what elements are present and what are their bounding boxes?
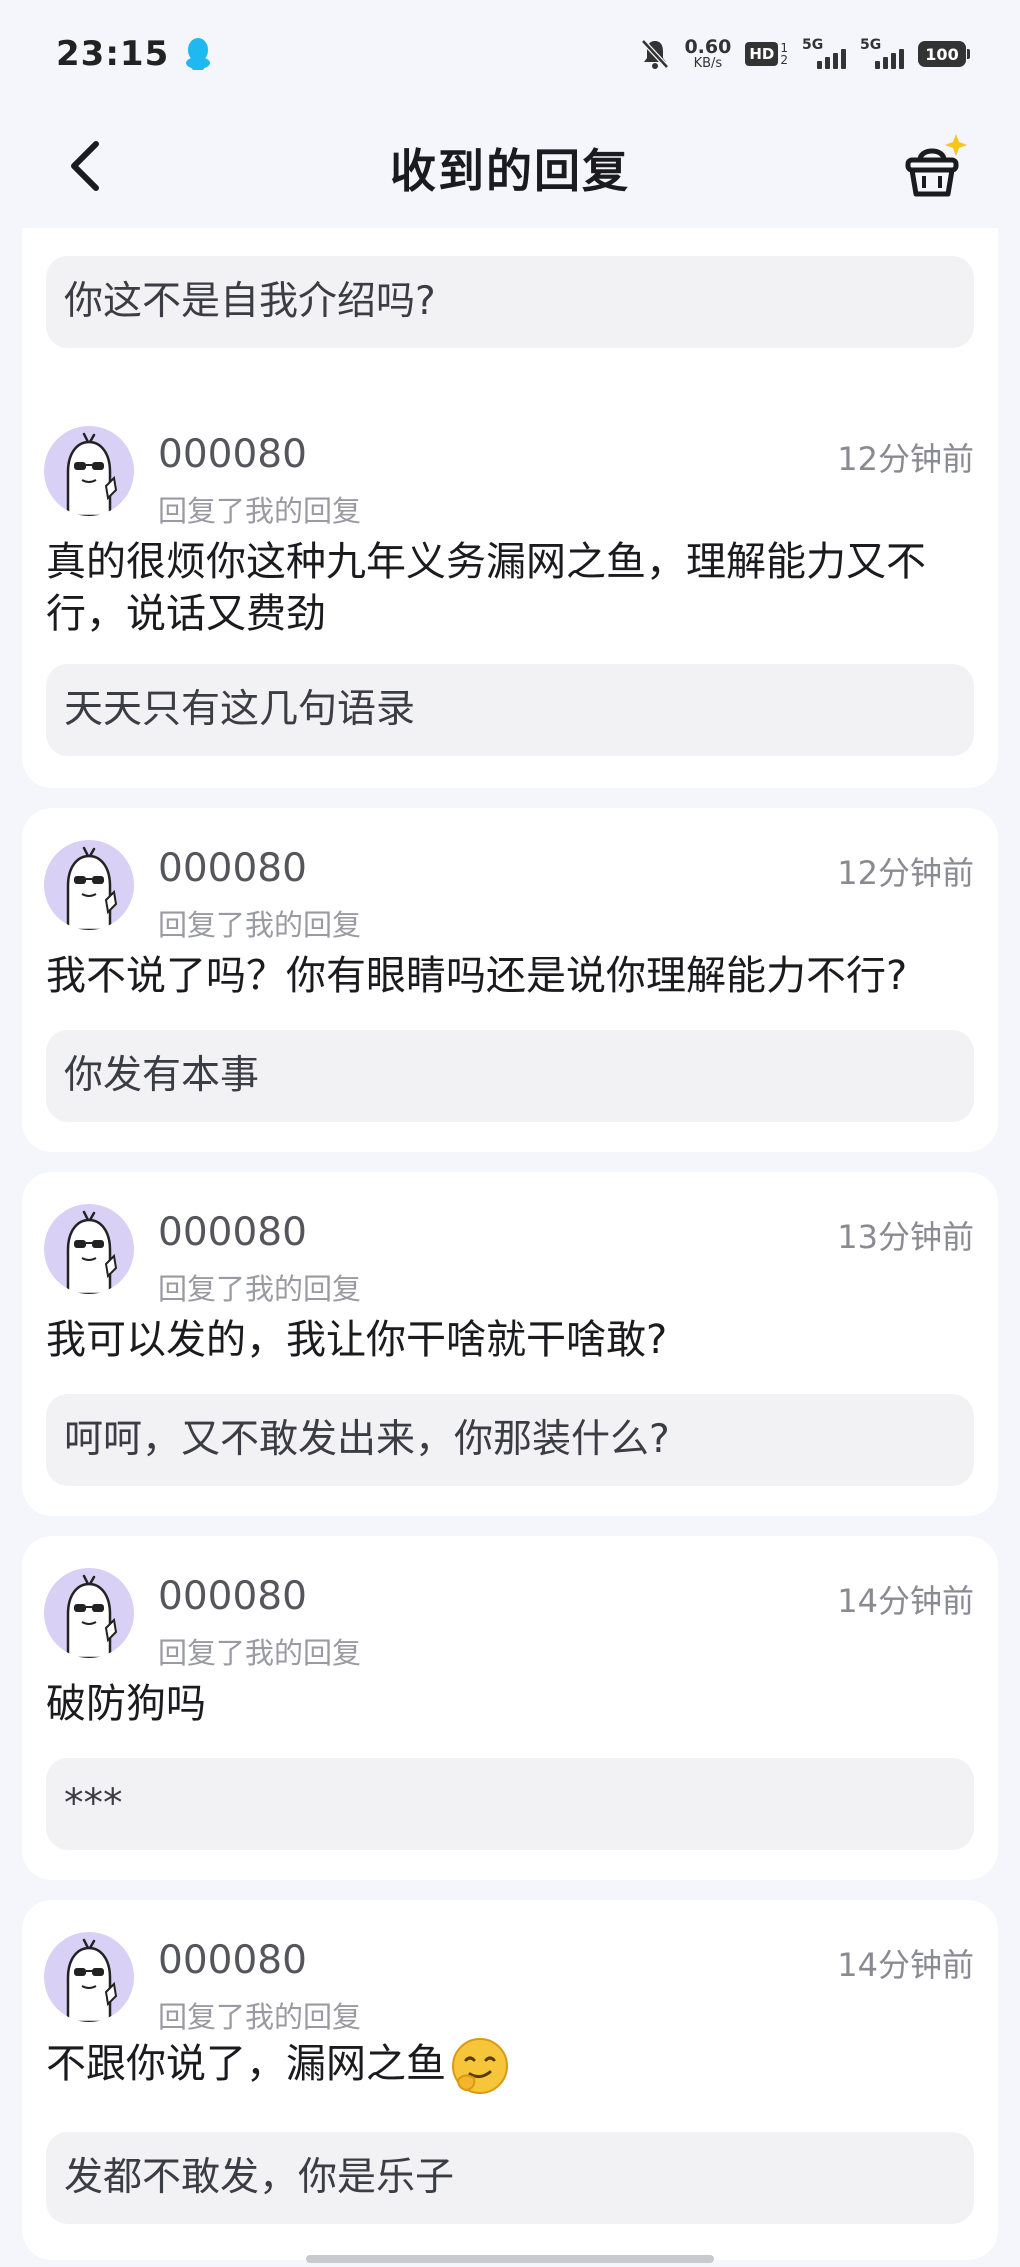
username[interactable]: 000080: [158, 846, 307, 891]
username[interactable]: 000080: [158, 432, 307, 477]
hd-label: HD: [745, 42, 779, 66]
reply-action-label: 回复了我的回复: [158, 1272, 362, 1306]
battery-level: 100: [918, 41, 966, 67]
reply-card[interactable]: 000080 回复了我的回复 12分钟前 我不说了吗？你有眼睛吗还是说你理解能力…: [22, 808, 998, 1152]
quoted-reply[interactable]: ***: [46, 1758, 974, 1850]
reply-card[interactable]: 000080 回复了我的回复 14分钟前 破防狗吗 ***: [22, 1536, 998, 1880]
avatar-sunglasses-duck-icon: [66, 432, 118, 516]
header: 收到的回复: [0, 108, 1020, 228]
hd-sub-bottom: 2: [780, 53, 788, 67]
smirk-emoji-icon: [452, 2038, 508, 2094]
net-speed: 0.60 KB/s: [684, 36, 732, 71]
net-speed-value: 0.60: [684, 36, 732, 58]
basket-icon: [905, 134, 967, 197]
avatar[interactable]: [44, 1568, 134, 1658]
reply-message: 真的很烦你这种九年义务漏网之鱼，理解能力又不行，说话又费劲: [46, 539, 926, 637]
avatar-sunglasses-duck-icon: [66, 846, 118, 930]
quoted-reply: 你这不是自我介绍吗?: [46, 256, 974, 348]
avatar-sunglasses-duck-icon: [66, 1938, 118, 2022]
avatar[interactable]: [44, 426, 134, 516]
username[interactable]: 000080: [158, 1210, 307, 1255]
avatar[interactable]: [44, 1204, 134, 1294]
reply-list[interactable]: 你这不是自我介绍吗? 000080 回复了我的回复 12分钟前 真的很烦你这种九…: [0, 228, 1020, 2267]
quoted-reply[interactable]: 你发有本事: [46, 1030, 974, 1122]
mute-bell-icon: [641, 39, 670, 69]
username[interactable]: 000080: [158, 1574, 307, 1619]
reply-action-label: 回复了我的回复: [158, 908, 362, 942]
reply-time: 13分钟前: [837, 1218, 974, 1256]
reply-card[interactable]: 000080 回复了我的回复 14分钟前 不跟你说了，漏网之鱼 发都不敢发，你是…: [22, 1900, 998, 2260]
page-title: 收到的回复: [390, 144, 630, 198]
back-button[interactable]: [56, 136, 116, 196]
username[interactable]: 000080: [158, 1938, 307, 1983]
battery-icon: 100: [918, 41, 970, 67]
chevron-left-icon: [71, 141, 99, 191]
status-time: 23:15: [56, 34, 170, 74]
quoted-reply[interactable]: 天天只有这几句语录: [46, 664, 974, 756]
reply-card[interactable]: 000080 回复了我的回复 13分钟前 我可以发的，我让你干啥就干啥敢? 呵呵…: [22, 1172, 998, 1516]
reply-message: 不跟你说了，漏网之鱼: [46, 2041, 446, 2087]
home-indicator[interactable]: [306, 2255, 714, 2263]
reply-message-row: 不跟你说了，漏网之鱼: [46, 2036, 974, 2096]
signal-icon-1: 5G: [802, 37, 846, 69]
qq-icon: [186, 38, 211, 70]
avatar[interactable]: [44, 1932, 134, 2022]
reply-time: 14分钟前: [837, 1946, 974, 1984]
reply-message: 我不说了吗？你有眼睛吗还是说你理解能力不行?: [46, 953, 908, 999]
quoted-reply[interactable]: 呵呵，又不敢发出来，你那装什么?: [46, 1394, 974, 1486]
reply-time: 12分钟前: [837, 854, 974, 892]
avatar-sunglasses-duck-icon: [66, 1210, 118, 1294]
avatar-sunglasses-duck-icon: [66, 1574, 118, 1658]
net-speed-unit: KB/s: [693, 56, 723, 71]
reply-action-label: 回复了我的回复: [158, 494, 362, 528]
reply-card[interactable]: 000080 回复了我的回复 12分钟前 真的很烦你这种九年义务漏网之鱼，理解能…: [22, 394, 998, 788]
status-bar: 23:15 0.60 KB/s HD 1 2 5G 5G 100: [0, 0, 1020, 108]
reply-time: 12分钟前: [837, 440, 974, 478]
reply-action-label: 回复了我的回复: [158, 1636, 362, 1670]
hd-badge: HD 1 2: [745, 42, 788, 66]
signal-icon-2: 5G: [860, 37, 904, 69]
basket-button[interactable]: [898, 130, 972, 204]
reply-time: 14分钟前: [837, 1582, 974, 1620]
reply-message: 破防狗吗: [46, 1681, 206, 1727]
avatar[interactable]: [44, 840, 134, 930]
reply-message: 我可以发的，我让你干啥就干啥敢?: [46, 1317, 668, 1363]
reply-action-label: 回复了我的回复: [158, 2000, 362, 2034]
quoted-reply[interactable]: 发都不敢发，你是乐子: [46, 2132, 974, 2224]
